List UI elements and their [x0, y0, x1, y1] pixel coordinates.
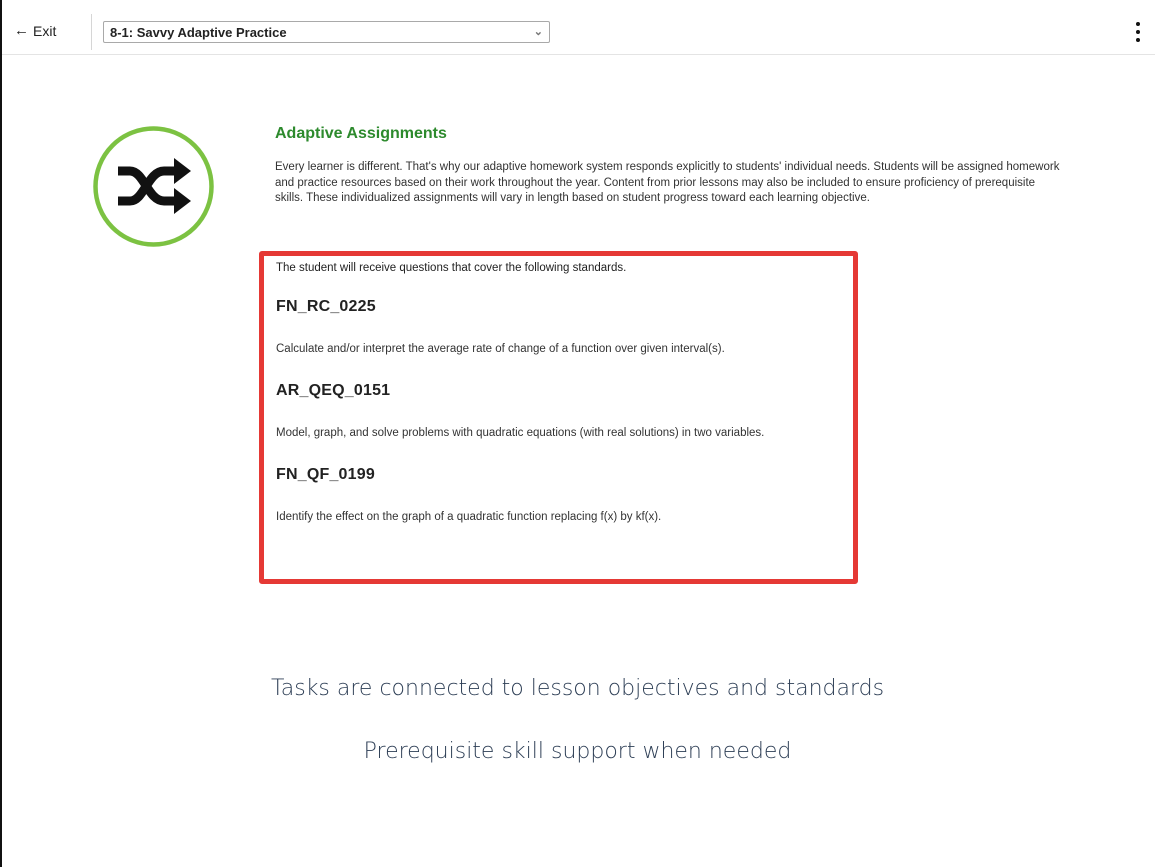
- standard-code: FN_QF_0199: [276, 466, 375, 483]
- standard-description: Identify the effect on the graph of a qu…: [276, 511, 662, 523]
- standard-description: Model, graph, and solve problems with qu…: [276, 427, 765, 439]
- tagline-prerequisite: Prerequisite skill support when needed: [363, 739, 792, 764]
- standard-code: AR_QEQ_0151: [276, 382, 391, 399]
- standard-description: Calculate and/or interpret the average r…: [276, 343, 725, 355]
- section-title: Adaptive Assignments: [275, 125, 447, 142]
- kebab-menu-icon[interactable]: [1135, 22, 1141, 42]
- arrow-left-icon: ←: [14, 22, 29, 39]
- assignment-select[interactable]: 8-1: Savvy Adaptive Practice ⌄: [103, 21, 550, 43]
- standard-code: FN_RC_0225: [276, 298, 376, 315]
- exit-button[interactable]: ← Exit: [14, 22, 56, 39]
- exit-label: Exit: [33, 22, 57, 39]
- tagline-objectives: Tasks are connected to lesson objectives…: [270, 676, 885, 701]
- shuffle-icon: [92, 125, 215, 248]
- section-description: Every learner is different. That's why o…: [275, 161, 1060, 204]
- chevron-down-icon: ⌄: [533, 26, 543, 38]
- top-toolbar: ← Exit 8-1: Savvy Adaptive Practice ⌄: [2, 10, 1155, 55]
- toolbar-divider: [91, 14, 92, 50]
- standards-intro: The student will receive questions that …: [276, 262, 627, 274]
- assignment-select-value: 8-1: Savvy Adaptive Practice: [110, 24, 287, 40]
